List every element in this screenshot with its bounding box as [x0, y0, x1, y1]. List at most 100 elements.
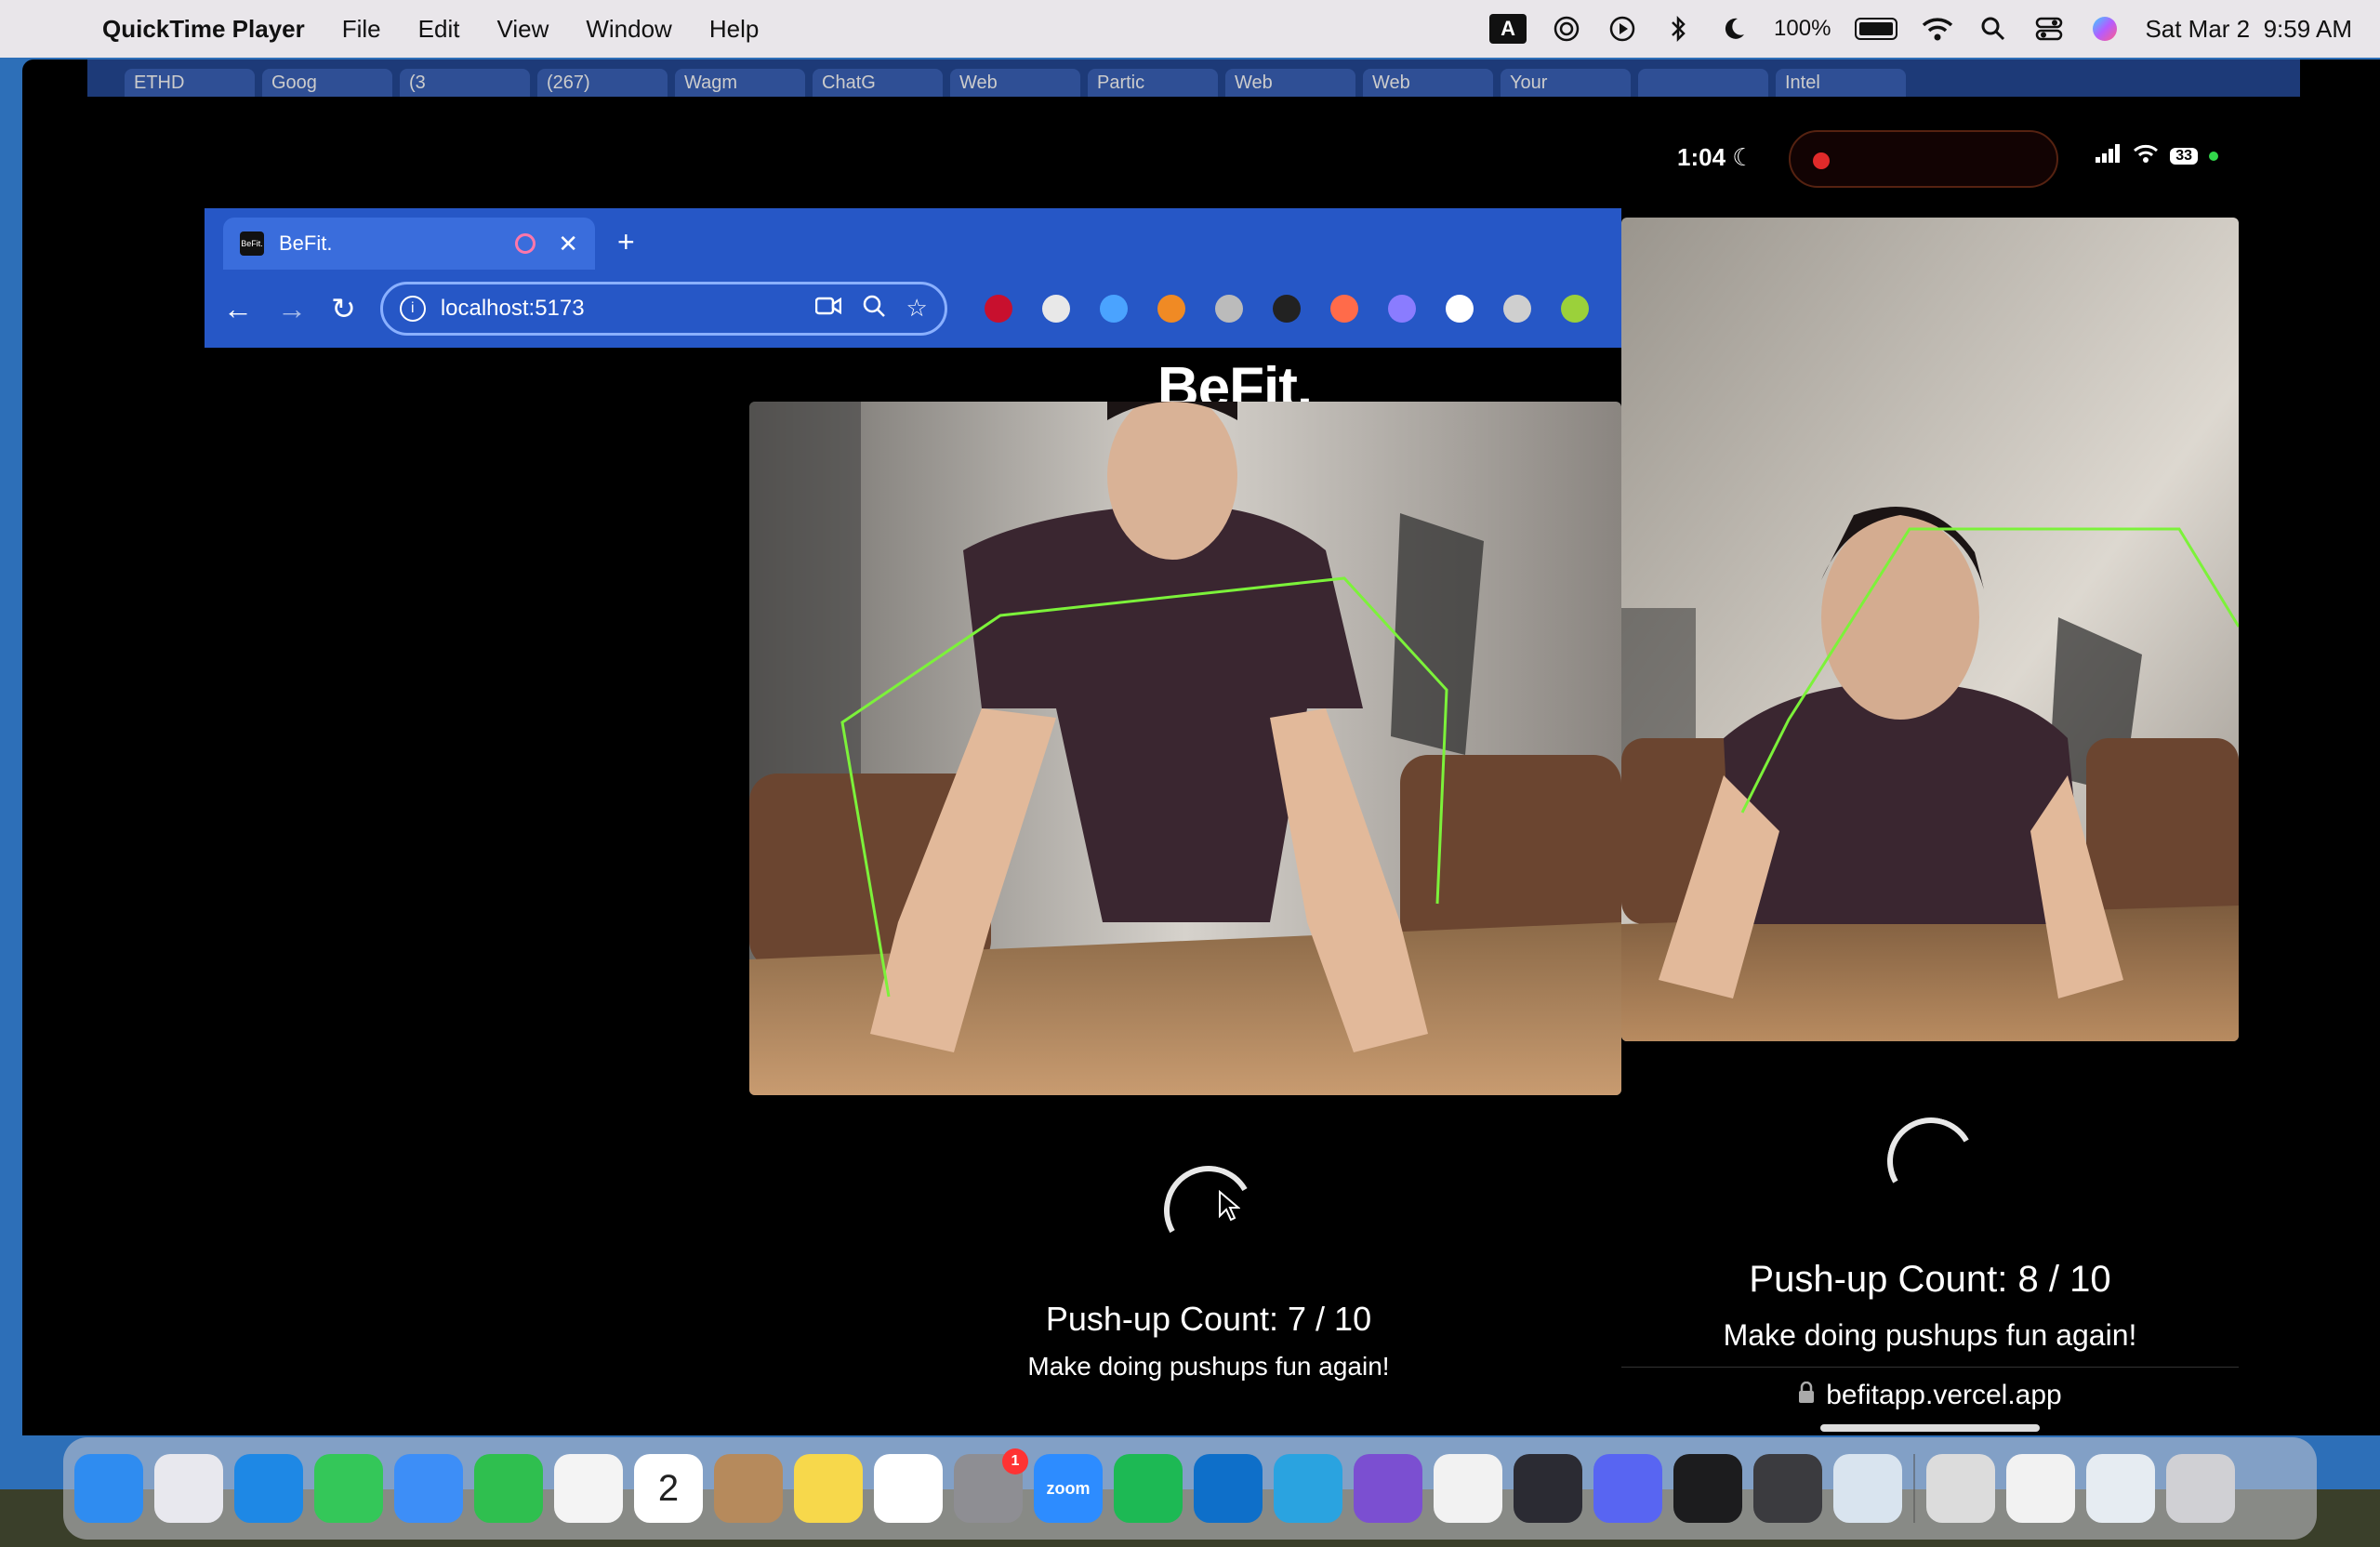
spotlight-search-icon[interactable]	[1977, 15, 2009, 43]
focus-moon-icon[interactable]	[1718, 15, 1750, 43]
dock-freeform-icon[interactable]	[874, 1454, 943, 1523]
siri-icon[interactable]	[2089, 15, 2121, 43]
recorded-browser-tab: Goog	[262, 69, 392, 97]
camera-in-use-indicator	[2209, 152, 2218, 161]
menu-help[interactable]: Help	[709, 15, 759, 44]
notification-badge: 1	[1002, 1448, 1028, 1474]
now-playing-icon[interactable]	[1606, 15, 1638, 43]
phone-battery: 33	[2170, 148, 2198, 165]
recorded-browser-tab: ETHD	[125, 69, 255, 97]
dock-safari-icon[interactable]	[234, 1454, 303, 1523]
extensions-bar	[984, 295, 1589, 323]
dock-spotify-icon[interactable]	[1114, 1454, 1183, 1523]
dock-file-icon[interactable]	[2006, 1454, 2075, 1523]
menu-view[interactable]: View	[496, 15, 549, 44]
address-bar[interactable]: i localhost:5173 ☆	[379, 282, 947, 336]
control-center-icon[interactable]	[2033, 15, 2065, 43]
recorded-browser-tab: Partic	[1088, 69, 1218, 97]
bookmark-star-icon[interactable]: ☆	[906, 294, 928, 324]
back-arrow-icon[interactable]: ←	[223, 292, 253, 326]
extension-icon[interactable]	[1041, 295, 1070, 323]
recording-indicator-icon	[515, 233, 536, 254]
extension-icon[interactable]	[1272, 295, 1301, 323]
recorded-browser-tab	[1638, 69, 1768, 97]
pushup-count-desktop: Push-up Count: 7 / 10	[1045, 1300, 1372, 1338]
dock-mail-icon[interactable]	[394, 1454, 463, 1523]
dock-zoom-icon[interactable]: zoom	[1034, 1454, 1103, 1523]
extension-icon[interactable]	[1502, 295, 1531, 323]
recorded-browser-tab: Intel	[1776, 69, 1906, 97]
phone-url-bar[interactable]: befitapp.vercel.app	[1621, 1367, 2239, 1422]
dock-trash-icon[interactable]	[2166, 1454, 2235, 1523]
bluetooth-icon[interactable]	[1662, 15, 1694, 43]
dock-calendar-icon[interactable]: 2	[634, 1454, 703, 1523]
dock-preview-icon[interactable]	[1833, 1454, 1902, 1523]
menu-edit[interactable]: Edit	[418, 15, 460, 44]
dock-telegram-icon[interactable]	[1274, 1454, 1342, 1523]
dynamic-island	[1789, 130, 2058, 188]
moon-icon: ☾	[1732, 143, 1754, 171]
phone-url-text: befitapp.vercel.app	[1826, 1379, 2062, 1410]
dock-separator	[1913, 1454, 1915, 1523]
zoom-icon[interactable]	[862, 294, 886, 324]
recorded-browser-tab: Web	[950, 69, 1080, 97]
browser-toolbar: ← → ↻ i localhost:5173 ☆	[205, 270, 1644, 348]
wifi-icon[interactable]	[1922, 15, 1953, 43]
dock-icon-label: 2	[657, 1467, 680, 1509]
extension-icon[interactable]	[1329, 295, 1358, 323]
dock-facetime-icon[interactable]	[474, 1454, 543, 1523]
lock-icon	[1798, 1380, 1815, 1411]
dock-chrome-icon[interactable]	[1434, 1454, 1502, 1523]
recorded-browser-tab: ChatG	[813, 69, 943, 97]
new-tab-button[interactable]: +	[617, 225, 635, 259]
site-info-icon[interactable]: i	[399, 296, 426, 322]
dock-notes-icon[interactable]	[794, 1454, 863, 1523]
browser-window: BeFit. BeFit. ✕ + ← → ↻ i localhost:5173	[205, 208, 1644, 348]
webcam-feed-desktop	[749, 402, 1621, 1095]
dock-vs-code-icon[interactable]	[1194, 1454, 1263, 1523]
tagline-desktop: Make doing pushups fun again!	[1027, 1352, 1390, 1381]
dock-voice-memos-icon[interactable]	[1673, 1454, 1742, 1523]
app-menu-quicktime[interactable]: QuickTime Player	[102, 15, 305, 44]
dock-system-settings-icon[interactable]: 1	[954, 1448, 1028, 1523]
extension-icon[interactable]	[1214, 295, 1243, 323]
menu-bar: QuickTime Player File Edit View Window H…	[0, 0, 2380, 58]
extension-icon[interactable]	[1099, 295, 1128, 323]
recorded-browser-tab: (267)	[537, 69, 668, 97]
airdrop-icon[interactable]	[1551, 15, 1582, 43]
dock-discord-icon[interactable]	[1593, 1454, 1662, 1523]
dock-screenshot-icon[interactable]	[2086, 1454, 2155, 1523]
reload-icon[interactable]: ↻	[331, 291, 356, 326]
extension-icon[interactable]	[1157, 295, 1185, 323]
forward-arrow-icon[interactable]: →	[277, 292, 307, 326]
dock-contacts-icon[interactable]	[714, 1454, 783, 1523]
close-tab-icon[interactable]: ✕	[558, 230, 578, 258]
camera-icon[interactable]	[814, 294, 841, 324]
input-source-icon[interactable]: A	[1489, 14, 1527, 44]
clock[interactable]: Sat Mar 2 9:59 AM	[2145, 15, 2352, 44]
browser-tab-befit[interactable]: BeFit. BeFit. ✕	[223, 218, 595, 270]
extension-icon[interactable]	[1560, 295, 1589, 323]
loading-spinner-phone	[1877, 1107, 1985, 1215]
extension-icon[interactable]	[984, 295, 1012, 323]
dock-launchpad-icon[interactable]	[154, 1454, 223, 1523]
dock-quicktime-player-icon[interactable]	[1753, 1454, 1822, 1523]
phone-screen: 1:04 ☾ 33 Push-up Count: 8 / 10 Make doi…	[1621, 130, 2239, 1434]
dock-davinci-resolve-icon[interactable]	[1514, 1454, 1582, 1523]
extension-icon[interactable]	[1445, 295, 1474, 323]
extension-icon[interactable]	[1387, 295, 1416, 323]
recorded-browser-tab: Web	[1225, 69, 1355, 97]
dock-finder-icon[interactable]	[74, 1454, 143, 1523]
cellular-signal-icon	[2096, 144, 2122, 168]
befit-favicon: BeFit.	[240, 231, 264, 256]
mouse-cursor-icon	[1219, 1190, 1240, 1222]
battery-icon[interactable]	[1855, 18, 1898, 40]
dock-github-desktop-icon[interactable]	[1354, 1454, 1422, 1523]
dock-document-stack-icon[interactable]	[1926, 1454, 1995, 1523]
dock-photos-icon[interactable]	[554, 1454, 623, 1523]
dock-messages-icon[interactable]	[314, 1454, 383, 1523]
tagline-phone: Make doing pushups fun again!	[1723, 1318, 2137, 1352]
menu-file[interactable]: File	[342, 15, 381, 44]
home-indicator[interactable]	[1820, 1424, 2040, 1432]
menu-window[interactable]: Window	[586, 15, 671, 44]
